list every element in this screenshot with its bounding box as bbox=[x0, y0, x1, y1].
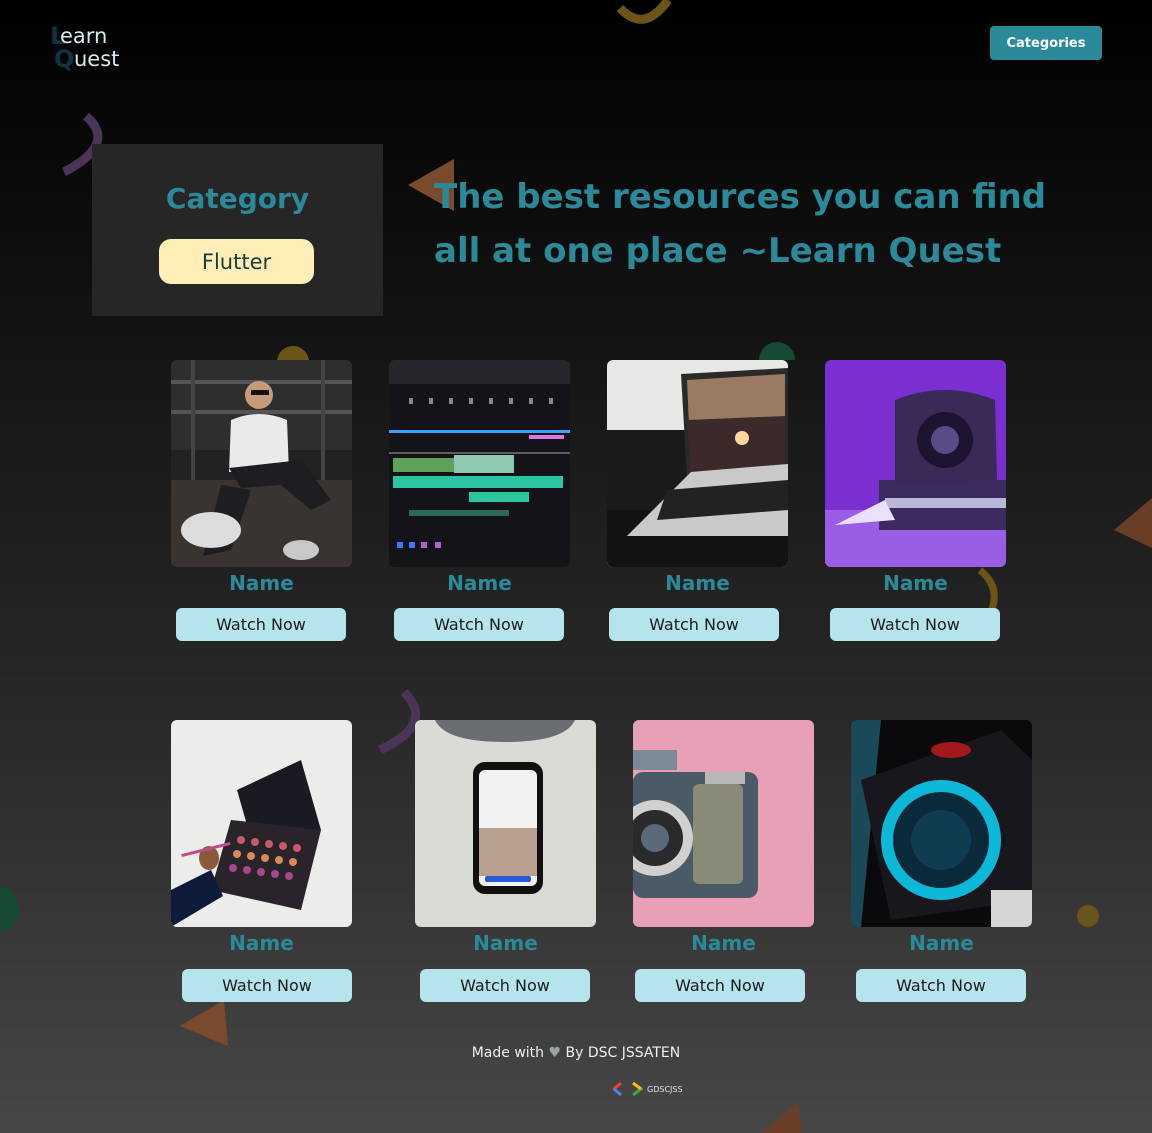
footer-by: By DSC JSSATEN bbox=[565, 1045, 681, 1061]
decor-dot-yellow-right bbox=[1077, 905, 1099, 927]
resource-card: Name bbox=[825, 360, 1006, 595]
resource-card: Name bbox=[389, 360, 570, 595]
card-name: Name bbox=[909, 931, 974, 955]
card-image-person[interactable] bbox=[171, 360, 352, 567]
gdsc-badge[interactable]: GDSCJSS bbox=[613, 1082, 683, 1096]
watch-now-button[interactable]: Watch Now bbox=[856, 969, 1026, 1002]
card-name: Name bbox=[473, 931, 538, 955]
card-image-retro-camera[interactable] bbox=[633, 720, 814, 927]
footer-made-with: Made with bbox=[471, 1045, 545, 1061]
watch-now-button[interactable]: Watch Now bbox=[176, 608, 346, 641]
watch-now-button[interactable]: Watch Now bbox=[394, 608, 564, 641]
watch-now-button[interactable]: Watch Now bbox=[609, 608, 779, 641]
watch-now-button[interactable]: Watch Now bbox=[420, 969, 590, 1002]
card-name: Name bbox=[229, 571, 294, 595]
decor-triangle-right bbox=[1114, 498, 1152, 548]
category-panel: Category Flutter bbox=[92, 144, 383, 316]
resource-card: Name bbox=[607, 360, 788, 595]
selected-category-pill[interactable]: Flutter bbox=[159, 239, 314, 284]
heart-icon: ♥ bbox=[548, 1045, 562, 1061]
footer-credit: Made with ♥ By DSC JSSATEN bbox=[0, 1045, 1152, 1061]
decor-triangle-bottom-left bbox=[180, 1000, 228, 1046]
gdsc-label: GDSCJSS bbox=[647, 1084, 683, 1094]
card-image-video-editor[interactable] bbox=[389, 360, 570, 567]
resource-card: Name bbox=[633, 720, 814, 955]
resource-card: Name bbox=[851, 720, 1032, 955]
decor-arc-top bbox=[616, 0, 672, 24]
card-image-polaroid-camera[interactable] bbox=[825, 360, 1006, 567]
logo-text-uest: uest bbox=[74, 47, 120, 71]
watch-now-button[interactable]: Watch Now bbox=[635, 969, 805, 1002]
logo-text-earn: earn bbox=[60, 24, 108, 48]
card-name: Name bbox=[883, 571, 948, 595]
card-name: Name bbox=[229, 931, 294, 955]
card-name: Name bbox=[691, 931, 756, 955]
watch-now-button[interactable]: Watch Now bbox=[830, 608, 1000, 641]
decor-dot-green bbox=[759, 342, 795, 360]
decor-dot-green-left bbox=[0, 887, 19, 931]
watch-now-button[interactable]: Watch Now bbox=[182, 969, 352, 1002]
card-image-projector[interactable] bbox=[851, 720, 1032, 927]
category-title: Category bbox=[165, 182, 310, 215]
logo-letter-q: Q bbox=[54, 45, 75, 73]
categories-button[interactable]: Categories bbox=[990, 26, 1102, 60]
decor-triangle-bottom bbox=[762, 1102, 802, 1133]
card-image-makeup-palette[interactable] bbox=[171, 720, 352, 927]
resource-card: Name bbox=[171, 360, 352, 595]
card-name: Name bbox=[665, 571, 730, 595]
resource-card: Name bbox=[415, 720, 596, 955]
page-headline: The best resources you can find all at o… bbox=[434, 177, 1047, 271]
card-image-laptop[interactable] bbox=[607, 360, 788, 567]
learn-quest-logo[interactable]: L earn Q uest bbox=[50, 24, 140, 74]
resource-card: Name bbox=[171, 720, 352, 955]
gdsc-logo-icon bbox=[613, 1082, 643, 1096]
card-name: Name bbox=[447, 571, 512, 595]
card-image-smartphone[interactable] bbox=[415, 720, 596, 927]
